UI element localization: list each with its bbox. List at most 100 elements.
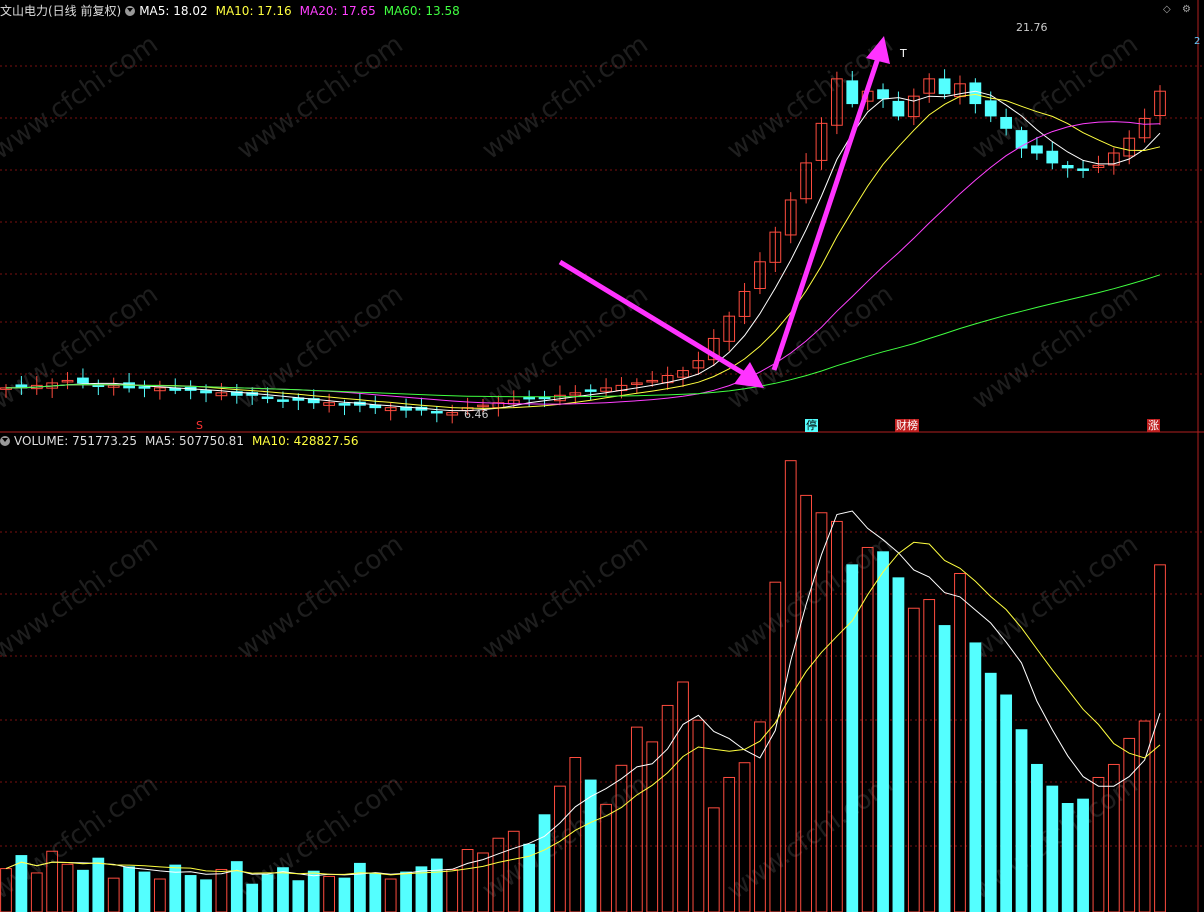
volume-bar xyxy=(261,874,274,912)
volume-bar xyxy=(861,546,874,912)
candle-body xyxy=(892,100,905,117)
volume-bar xyxy=(307,870,320,912)
volume-bar xyxy=(138,871,151,912)
volume-bar xyxy=(384,878,397,912)
volume-bar xyxy=(938,625,951,912)
volume-bar xyxy=(892,577,905,912)
candle-body xyxy=(846,80,859,105)
watermark-text: www.cfchi.com xyxy=(722,279,899,415)
watermark-text: www.cfchi.com xyxy=(722,529,899,665)
candle-body xyxy=(138,386,151,389)
candle-body xyxy=(277,399,289,402)
volume-bar xyxy=(538,814,551,912)
ma20-value: MA20: 17.65 xyxy=(299,4,376,18)
volume-bar xyxy=(446,868,459,912)
volume-bar xyxy=(246,883,259,912)
candle-body xyxy=(538,396,551,400)
watermark-text: www.cfchi.com xyxy=(0,29,164,165)
watermark-text: www.cfchi.com xyxy=(232,769,409,905)
volume-bar xyxy=(323,875,336,912)
volume-bar xyxy=(461,849,474,912)
volume-ma10-value: MA10: 428827.56 xyxy=(251,434,359,448)
candle-body xyxy=(77,377,89,384)
volume-bar xyxy=(1154,564,1166,912)
candle-body xyxy=(1031,145,1043,154)
volume-bar xyxy=(400,871,412,912)
settings-icon[interactable]: ⚙ xyxy=(1182,4,1191,15)
watermark-text: www.cfchi.com xyxy=(232,529,409,665)
stock-title[interactable]: 文山电力(日线 前复权) xyxy=(0,2,121,20)
volume-bar xyxy=(1031,763,1043,912)
volume-bar xyxy=(153,878,166,912)
candle-body xyxy=(1000,116,1013,129)
volume-value: VOLUME: 751773.25 xyxy=(14,434,137,448)
volume-bar xyxy=(184,875,197,912)
volume-dropdown-icon[interactable] xyxy=(0,436,10,446)
diamond-icon[interactable]: ◇ xyxy=(1163,4,1171,15)
volume-bar xyxy=(1123,737,1136,912)
volume-bar xyxy=(969,642,982,912)
watermark-text: www.cfchi.com xyxy=(0,279,164,415)
volume-bar xyxy=(338,877,351,912)
volume-bar xyxy=(1015,729,1028,912)
volume-bar xyxy=(430,858,443,912)
axis-corner-label: 2 xyxy=(1194,36,1201,47)
candle-body xyxy=(969,82,982,105)
candle-body xyxy=(200,390,212,394)
candle-body xyxy=(1077,168,1089,171)
ma5-value: MA5: 18.02 xyxy=(139,4,208,18)
volume-bar xyxy=(230,861,243,912)
volume-bar xyxy=(92,857,105,912)
signal-tag-zhang[interactable]: 涨 xyxy=(1147,419,1160,432)
volume-bar xyxy=(630,726,643,912)
watermark-text: www.cfchi.com xyxy=(967,279,1144,415)
candle-body xyxy=(877,89,889,100)
volume-bar xyxy=(107,877,120,912)
price-header: 文山电力(日线 前复权) MA5: 18.02 MA10: 17.16 MA20… xyxy=(0,2,468,20)
price-panel xyxy=(0,69,1166,424)
signal-tag-caibang[interactable]: 财榜 xyxy=(895,419,919,432)
candle-body xyxy=(338,403,351,406)
volume-bar xyxy=(1077,798,1089,912)
volume-bar xyxy=(277,867,289,912)
volume-bar xyxy=(1046,785,1059,912)
candle-body xyxy=(984,100,997,117)
candle-body xyxy=(261,396,274,400)
watermark-text: www.cfchi.com xyxy=(0,529,164,665)
low-price-label: 6.46 xyxy=(464,408,489,421)
volume-bar xyxy=(200,879,212,912)
candle-body xyxy=(1046,150,1059,164)
ma10-value: MA10: 17.16 xyxy=(215,4,292,18)
volume-bar xyxy=(646,741,659,912)
volume-bar xyxy=(1000,694,1013,912)
volume-bar xyxy=(907,607,920,912)
candle-body xyxy=(938,78,951,95)
candle-body xyxy=(584,389,597,392)
signal-tag-ting[interactable]: 停 xyxy=(805,419,818,432)
volume-bar xyxy=(661,704,674,912)
volume-bar xyxy=(123,866,135,912)
volume-bar xyxy=(415,866,428,912)
volume-bar xyxy=(354,862,366,912)
watermark-text: www.cfchi.com xyxy=(477,29,654,165)
ma20-line xyxy=(6,121,1161,405)
dropdown-icon[interactable] xyxy=(125,6,136,16)
ma60-value: MA60: 13.58 xyxy=(383,4,460,18)
volume-bar xyxy=(846,564,859,912)
watermark-text: www.cfchi.com xyxy=(967,29,1144,165)
high-price-label: 21.76 xyxy=(1016,21,1048,34)
volume-bar xyxy=(984,672,997,912)
volume-panel xyxy=(0,460,1166,912)
watermark-text: www.cfchi.com xyxy=(477,529,654,665)
volume-bar xyxy=(61,863,74,912)
volume-bar xyxy=(877,551,889,912)
volume-bar xyxy=(77,869,89,912)
volume-bar xyxy=(584,779,597,912)
signal-tag-s[interactable]: S xyxy=(195,419,204,432)
volume-bar xyxy=(1061,803,1074,912)
volume-bar xyxy=(369,873,382,912)
volume-bar xyxy=(707,807,720,912)
candle-body xyxy=(430,410,443,414)
signal-tag-t: T xyxy=(900,47,907,60)
volume-bar xyxy=(677,681,689,912)
